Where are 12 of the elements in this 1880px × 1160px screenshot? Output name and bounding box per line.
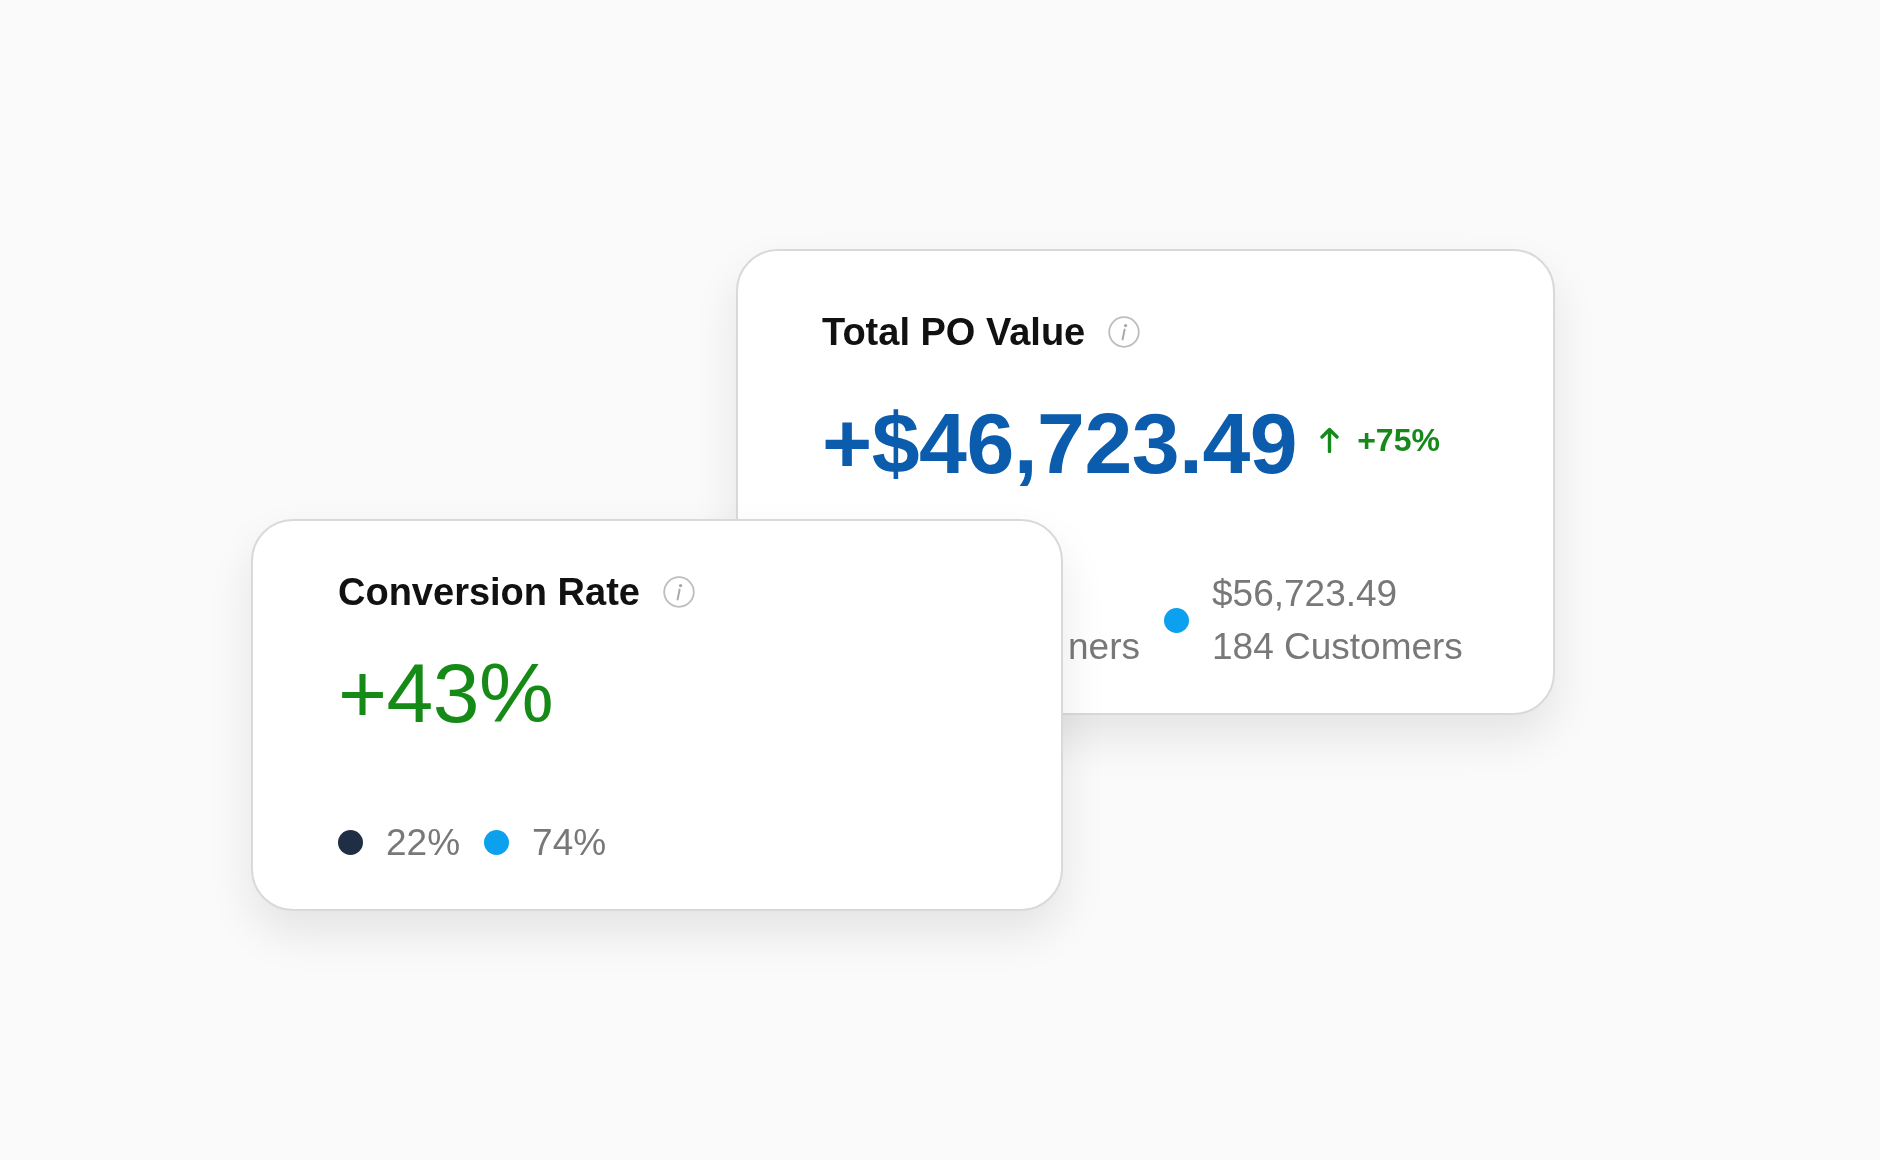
legend-caption: 184 Customers [1212,625,1463,669]
change-percentage: +75% [1357,424,1440,456]
legend-value: $56,723.49 [1212,572,1399,616]
metric-value: +$46,723.49 [822,400,1298,486]
info-icon [662,576,695,608]
legend-caption: ners [1068,625,1140,669]
legend-value: 22% [386,821,461,865]
metric-value: +43% [338,651,554,735]
legend-value: 74% [532,821,607,865]
info-icon [1108,316,1141,348]
card-title: Conversion Rate [338,570,640,615]
card-title: Total PO Value [822,310,1086,355]
